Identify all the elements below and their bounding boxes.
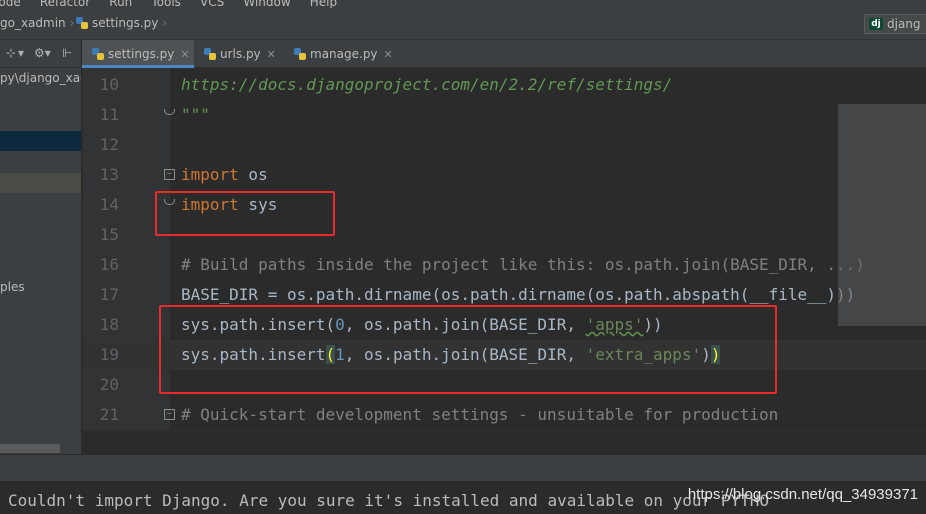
editor-footer <box>83 430 926 454</box>
tab-label: urls.py <box>220 47 261 61</box>
line-number: 16 <box>99 255 119 274</box>
menu-run[interactable]: Run <box>109 0 132 8</box>
code-line: 11 """ <box>83 100 926 130</box>
close-icon[interactable]: ✕ <box>384 48 393 61</box>
console-error-message: Couldn't import Django. Are you sure it'… <box>8 491 769 510</box>
line-number: 17 <box>99 285 119 304</box>
python-file-icon <box>294 48 306 60</box>
line-number: 18 <box>99 315 119 334</box>
django-icon: dj <box>869 18 883 30</box>
divider-icon: ▾ <box>18 46 25 60</box>
line-number: 12 <box>99 135 119 154</box>
menu-refactor[interactable]: Refactor <box>40 0 90 8</box>
fold-icon[interactable]: – <box>164 409 175 420</box>
project-tool-window: ⊹ ▾ ⚙▾ ⊩ py\django_xad ples <box>0 40 82 454</box>
breadcrumb-file[interactable]: settings.py › <box>76 16 167 30</box>
code-text[interactable]: # Quick-start development settings - uns… <box>181 400 778 430</box>
code-line: 12 <box>83 130 926 160</box>
collapse-icon[interactable]: ⊹ <box>6 46 16 60</box>
sidebar-horizontal-scrollbar[interactable] <box>0 444 60 453</box>
code-line: 13 – import os <box>83 160 926 190</box>
close-icon[interactable]: ✕ <box>267 48 276 61</box>
editor-tab-bar: settings.py ✕ urls.py ✕ manage.py ✕ <box>82 40 926 68</box>
project-toolbar: ⊹ ▾ ⚙▾ ⊩ <box>0 40 81 68</box>
tab-label: settings.py <box>108 47 175 61</box>
fold-icon[interactable]: – <box>164 169 175 180</box>
annotation-box-import-sys <box>155 191 335 236</box>
run-configuration-label: djang <box>887 17 921 31</box>
breadcrumb-separator-icon: › <box>69 16 75 30</box>
tab-settings[interactable]: settings.py ✕ <box>82 40 194 68</box>
project-path[interactable]: py\django_xad <box>0 71 81 85</box>
external-libraries-item[interactable]: ples <box>0 280 25 294</box>
close-icon[interactable]: ✕ <box>180 48 189 61</box>
navigation-bar: go_xadmin › settings.py › dj djang <box>0 8 926 40</box>
gear-icon[interactable]: ⚙▾ <box>34 46 51 60</box>
python-file-icon <box>92 48 104 60</box>
selected-tree-item[interactable] <box>0 131 81 151</box>
menu-vcs[interactable]: VCS <box>200 0 224 8</box>
line-number: 19 <box>99 345 119 364</box>
code-text[interactable]: https://docs.djangoproject.com/en/2.2/re… <box>181 70 672 100</box>
breadcrumb-separator-icon: › <box>162 16 168 30</box>
breadcrumb-project[interactable]: go_xadmin › <box>0 16 74 30</box>
highlighted-tree-item[interactable] <box>0 173 81 193</box>
python-file-icon <box>204 48 216 60</box>
line-number: 11 <box>99 105 119 124</box>
fold-end-icon[interactable] <box>164 109 175 120</box>
run-configuration-selector[interactable]: dj djang <box>864 14 926 34</box>
line-number: 20 <box>99 375 119 394</box>
python-file-icon <box>76 17 88 29</box>
menu-window[interactable]: Window <box>243 0 290 8</box>
breadcrumb-file-label: settings.py <box>92 16 159 30</box>
line-number: 10 <box>99 75 119 94</box>
line-number: 14 <box>99 195 119 214</box>
tab-manage[interactable]: manage.py ✕ <box>284 40 394 68</box>
menu-tools[interactable]: Tools <box>151 0 181 8</box>
tab-label: manage.py <box>310 47 378 61</box>
line-number: 21 <box>99 405 119 424</box>
annotation-box-sys-path <box>159 305 777 394</box>
watermark: https://blog.csdn.net/qq_34939371 <box>687 486 918 503</box>
console-output: Couldn't import Django. Are you sure it'… <box>0 481 926 514</box>
popup-overlay <box>838 104 926 326</box>
code-line: 21 – # Quick-start development settings … <box>83 400 926 430</box>
line-number: 15 <box>99 225 119 244</box>
code-text[interactable]: # Build paths inside the project like th… <box>181 250 865 280</box>
tab-urls[interactable]: urls.py ✕ <box>194 40 284 68</box>
menu-help[interactable]: Help <box>310 0 337 8</box>
code-line: 16 # Build paths inside the project like… <box>83 250 926 280</box>
breadcrumb-project-label: go_xadmin <box>0 16 66 30</box>
menu-bar: Code Refactor Run Tools VCS Window Help <box>0 0 926 8</box>
line-number: 13 <box>99 165 119 184</box>
code-line: 10 https://docs.djangoproject.com/en/2.2… <box>83 70 926 100</box>
menu-code[interactable]: Code <box>0 0 21 8</box>
code-text[interactable]: """ <box>181 100 210 130</box>
hide-panel-icon[interactable]: ⊩ <box>62 46 72 60</box>
code-text[interactable]: import os <box>181 160 268 190</box>
tool-window-bar <box>0 454 926 481</box>
